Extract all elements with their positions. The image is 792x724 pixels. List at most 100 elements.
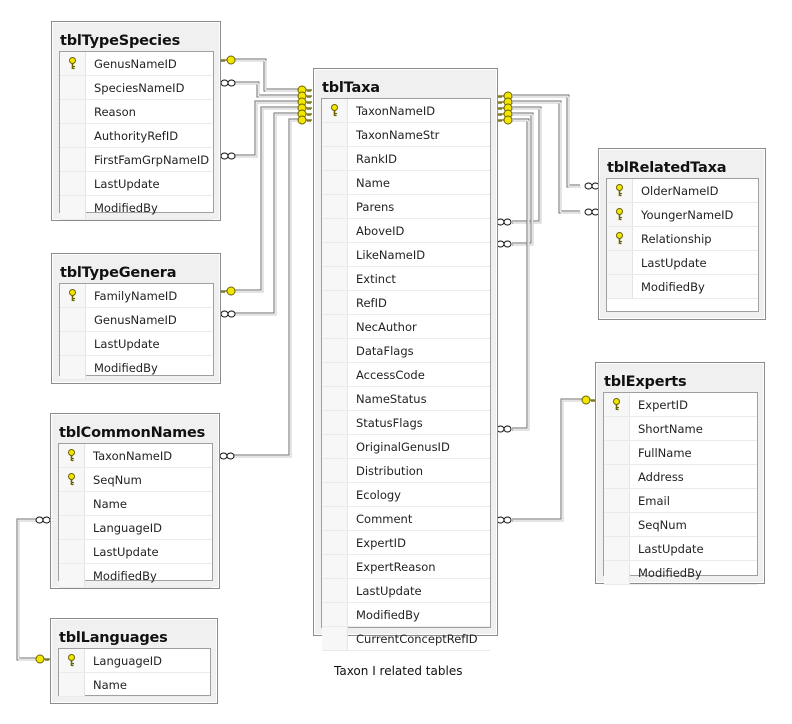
column-row[interactable]: DataFlags (322, 339, 490, 363)
column-row[interactable]: TaxonNameID (322, 99, 490, 123)
column-row[interactable]: NecAuthor (322, 315, 490, 339)
typegenera-key-end-icon (221, 286, 236, 296)
column-name: LanguageID (93, 520, 162, 535)
rel-taxa-likename[interactable] (512, 112, 534, 246)
column-row[interactable]: LastUpdate (59, 540, 212, 564)
rel-taxa-originalgenus[interactable] (512, 118, 530, 431)
column-name: NecAuthor (356, 319, 417, 334)
column-row[interactable]: SeqNum (604, 513, 757, 537)
column-name: LastUpdate (94, 176, 160, 191)
column-row[interactable]: LastUpdate (60, 332, 213, 356)
column-row[interactable]: RankID (322, 147, 490, 171)
table-tblCommonNames[interactable]: tblCommonNames TaxonNameID SeqNum Name Lang… (50, 413, 220, 589)
column-name: FamilyNameID (94, 288, 178, 303)
column-name: OriginalGenusID (356, 439, 450, 454)
column-row[interactable]: ModifiedBy (60, 196, 213, 220)
commonnames-many-end-icon (35, 516, 51, 524)
row-selector (322, 243, 348, 266)
row-selector (604, 513, 630, 536)
column-name: Reason (94, 104, 136, 119)
row-selector (322, 339, 348, 362)
column-row[interactable]: AccessCode (322, 363, 490, 387)
column-row[interactable]: Name (59, 492, 212, 516)
column-row[interactable]: GenusNameID (60, 308, 213, 332)
column-row[interactable]: ModifiedBy (604, 561, 757, 585)
column-row[interactable]: OriginalGenusID (322, 435, 490, 459)
column-list: GenusNameID SpeciesNameID Reason AuthorityR… (59, 51, 214, 220)
column-row[interactable]: Relationship (607, 227, 758, 251)
column-row[interactable]: Address (604, 465, 757, 489)
table-tblLanguages[interactable]: tblLanguages LanguageID Name (50, 618, 218, 704)
column-row[interactable]: ExpertID (322, 531, 490, 555)
column-row[interactable]: Comment (322, 507, 490, 531)
row-selector (59, 492, 85, 515)
experts-key-end-icon (581, 395, 596, 405)
table-tblTypeSpecies[interactable]: tblTypeSpecies GenusNameID SpeciesNameID R… (51, 21, 221, 221)
row-selector (322, 171, 348, 194)
column-row[interactable]: AuthorityRefID (60, 124, 213, 148)
column-row[interactable]: ShortName (604, 417, 757, 441)
row-selector (60, 124, 86, 147)
table-tblTaxa[interactable]: tblTaxa TaxonNameID TaxonNameStr RankID Nam… (313, 68, 498, 651)
column-row[interactable]: SeqNum (59, 468, 212, 492)
column-row[interactable]: OlderNameID (607, 179, 758, 203)
column-row[interactable]: TaxonNameStr (322, 123, 490, 147)
column-list: TaxonNameID TaxonNameStr RankID Name Parens A… (321, 98, 491, 651)
column-row[interactable]: CurrentConceptRefID (322, 627, 490, 651)
row-selector (322, 603, 348, 626)
column-row[interactable]: Parens (322, 195, 490, 219)
column-row[interactable]: LikeNameID (322, 243, 490, 267)
column-row[interactable]: LanguageID (59, 516, 212, 540)
column-row[interactable]: FamilyNameID (60, 284, 213, 308)
primary-key-icon (607, 203, 633, 226)
column-row[interactable]: LanguageID (59, 649, 210, 673)
column-row[interactable]: Name (59, 673, 210, 697)
row-selector (322, 411, 348, 434)
table-tblExperts[interactable]: tblExperts ExpertID ShortName FullName Addr… (595, 362, 765, 585)
table-tblTypeGenera[interactable]: tblTypeGenera FamilyNameID GenusNameID Las… (51, 253, 221, 384)
column-row[interactable]: Email (604, 489, 757, 513)
column-row[interactable]: ExpertReason (322, 555, 490, 579)
column-row[interactable]: Name (322, 171, 490, 195)
column-row[interactable]: Distribution (322, 459, 490, 483)
row-selector (322, 291, 348, 314)
column-row[interactable]: SpeciesNameID (60, 76, 213, 100)
column-row[interactable]: RefID (322, 291, 490, 315)
column-row[interactable]: ExpertID (604, 393, 757, 417)
column-row[interactable]: NameStatus (322, 387, 490, 411)
column-row[interactable]: LastUpdate (604, 537, 757, 561)
column-name: StatusFlags (356, 415, 423, 430)
column-row[interactable]: ModifiedBy (60, 356, 213, 380)
row-selector (60, 76, 86, 99)
column-row[interactable]: Ecology (322, 483, 490, 507)
column-row[interactable]: StatusFlags (322, 411, 490, 435)
column-row[interactable]: TaxonNameID (59, 444, 212, 468)
rel-languages-commonnames[interactable] (16, 518, 37, 661)
column-row[interactable]: Extinct (322, 267, 490, 291)
column-name: AuthorityRefID (94, 128, 179, 143)
column-row[interactable]: ModifiedBy (59, 564, 212, 588)
column-row[interactable]: YoungerNameID (607, 203, 758, 227)
rel-relatedtaxa-older[interactable] (512, 94, 581, 188)
column-row[interactable]: ModifiedBy (322, 603, 490, 627)
column-row[interactable]: FirstFamGrpNameID (60, 148, 213, 172)
column-row[interactable]: FullName (604, 441, 757, 465)
column-row[interactable]: ModifiedBy (607, 275, 758, 299)
column-row[interactable]: GenusNameID (60, 52, 213, 76)
column-row[interactable]: AboveID (322, 219, 490, 243)
row-selector (322, 267, 348, 290)
column-row[interactable]: LastUpdate (60, 172, 213, 196)
column-row[interactable]: Reason (60, 100, 213, 124)
column-name: GenusNameID (94, 56, 177, 71)
rel-commonnames-taxon[interactable] (232, 118, 299, 458)
column-name: TaxonNameStr (356, 127, 440, 142)
table-tblRelatedTaxa[interactable]: tblRelatedTaxa OlderNameID YoungerNameID R… (598, 148, 766, 320)
row-selector (60, 332, 86, 355)
column-row[interactable]: LastUpdate (322, 579, 490, 603)
row-selector (60, 100, 86, 123)
row-selector (322, 483, 348, 506)
rel-typespecies-genus[interactable] (234, 58, 299, 92)
primary-key-icon (59, 649, 85, 672)
column-row[interactable]: LastUpdate (607, 251, 758, 275)
rel-experts-taxa[interactable] (512, 398, 583, 522)
